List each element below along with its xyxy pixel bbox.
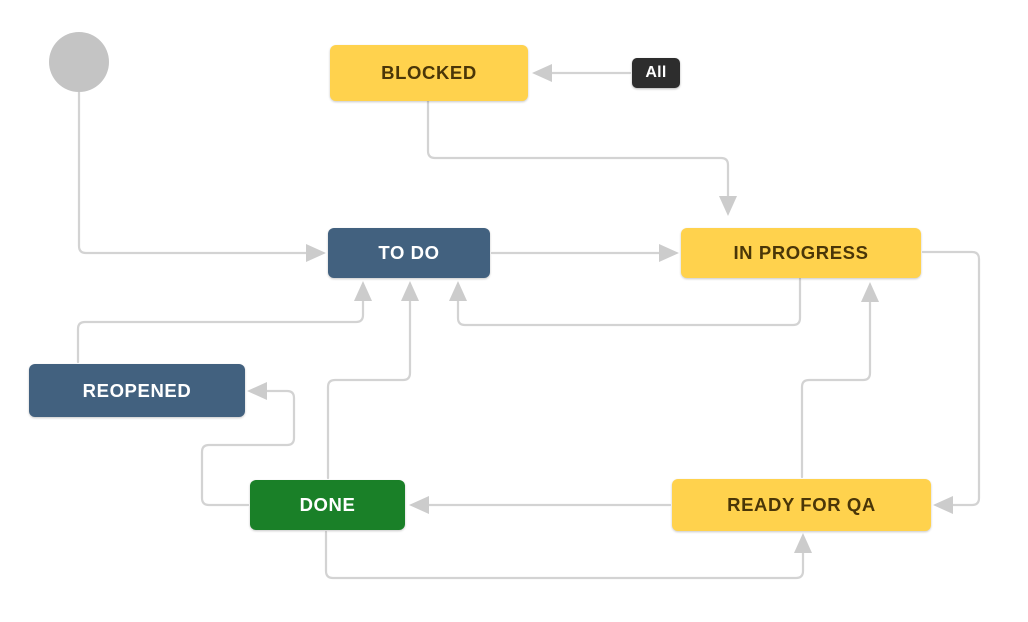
node-blocked[interactable]: BLOCKED bbox=[330, 45, 528, 101]
node-in-progress-label: IN PROGRESS bbox=[733, 242, 869, 263]
node-reopened-label: REOPENED bbox=[82, 379, 192, 401]
workflow-diagram-canvas: BLOCKED TO DO IN PROGRESS REOPENED DONE … bbox=[0, 0, 1028, 622]
edge-ready-for-qa-to-done bbox=[409, 496, 672, 514]
edge-blocked-to-in-progress bbox=[426, 99, 737, 216]
edge-done-to-ready-for-qa bbox=[324, 530, 812, 580]
node-done-label: DONE bbox=[299, 494, 356, 515]
node-ready-for-qa[interactable]: READY FOR QA bbox=[672, 479, 931, 531]
edge-done-to-todo bbox=[326, 281, 419, 480]
node-ready-for-qa-label: READY FOR QA bbox=[727, 494, 876, 515]
edge-start-to-todo bbox=[77, 90, 326, 262]
transition-badge-all[interactable]: All bbox=[632, 58, 680, 88]
node-to-do[interactable]: TO DO bbox=[328, 228, 490, 278]
edge-in-progress-to-todo bbox=[449, 277, 802, 327]
node-to-do-label: TO DO bbox=[378, 242, 440, 263]
transition-badge-all-label: All bbox=[645, 64, 667, 81]
node-blocked-label: BLOCKED bbox=[381, 62, 477, 83]
node-reopened[interactable]: REOPENED bbox=[29, 364, 245, 417]
node-done[interactable]: DONE bbox=[250, 480, 405, 530]
edge-todo-to-in-progress bbox=[490, 244, 679, 262]
edge-in-progress-to-ready-for-qa bbox=[921, 250, 981, 514]
node-in-progress[interactable]: IN PROGRESS bbox=[681, 228, 921, 278]
node-start[interactable] bbox=[49, 32, 109, 92]
edge-reopened-to-todo bbox=[76, 281, 372, 364]
edge-ready-for-qa-to-in-progress bbox=[800, 282, 879, 479]
edge-all-to-blocked bbox=[532, 64, 632, 82]
